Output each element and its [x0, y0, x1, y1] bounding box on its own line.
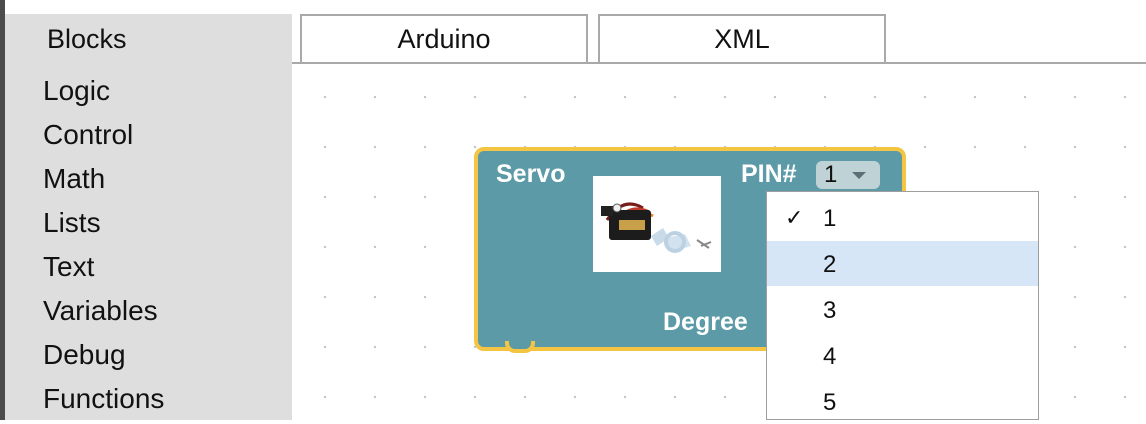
dropdown-option-label: 2	[823, 251, 837, 278]
dropdown-option-label: 1	[823, 205, 837, 232]
tab-blocks[interactable]: Blocks	[5, 14, 292, 62]
block-title: Servo	[496, 160, 566, 188]
pin-label: PIN#	[741, 160, 797, 188]
dropdown-option-2[interactable]: 2	[767, 241, 1038, 286]
pin-dropdown-menu: ✓ 1 2 3 4 5	[766, 191, 1039, 420]
toolbox-item-text[interactable]: Text	[43, 251, 94, 283]
toolbox-item-logic[interactable]: Logic	[43, 75, 110, 107]
toolbox-item-lists[interactable]: Lists	[43, 207, 101, 239]
toolbox-item-debug[interactable]: Debug	[43, 339, 126, 371]
dropdown-option-label: 4	[823, 343, 837, 370]
tab-xml[interactable]: XML	[598, 14, 886, 62]
check-icon: ✓	[785, 205, 804, 230]
toolbox-item-control[interactable]: Control	[43, 119, 133, 151]
dropdown-option-label: 3	[823, 297, 837, 324]
tab-blocks-label: Blocks	[47, 23, 127, 54]
degree-label: Degree	[663, 308, 748, 336]
tab-arduino-label: Arduino	[397, 23, 491, 54]
toolbox: Logic Control Math Lists Text Variables …	[5, 62, 292, 420]
tab-xml-label: XML	[714, 23, 770, 54]
dropdown-option-label: 5	[823, 389, 837, 416]
chevron-down-icon[interactable]	[852, 172, 866, 179]
dropdown-option-1[interactable]: ✓ 1	[767, 195, 1038, 240]
dropdown-option-3[interactable]: 3	[767, 287, 1038, 332]
pin-dropdown-field[interactable]: 1	[816, 161, 880, 189]
tab-arduino[interactable]: Arduino	[300, 14, 588, 62]
toolbox-item-math[interactable]: Math	[43, 163, 105, 195]
dropdown-option-4[interactable]: 4	[767, 333, 1038, 378]
toolbox-item-variables[interactable]: Variables	[43, 295, 158, 327]
toolbox-item-functions[interactable]: Functions	[43, 383, 164, 415]
servo-image	[593, 176, 721, 272]
pin-value: 1	[824, 161, 838, 188]
block-next-connector	[505, 341, 535, 353]
dropdown-option-5[interactable]: 5	[767, 379, 1038, 424]
